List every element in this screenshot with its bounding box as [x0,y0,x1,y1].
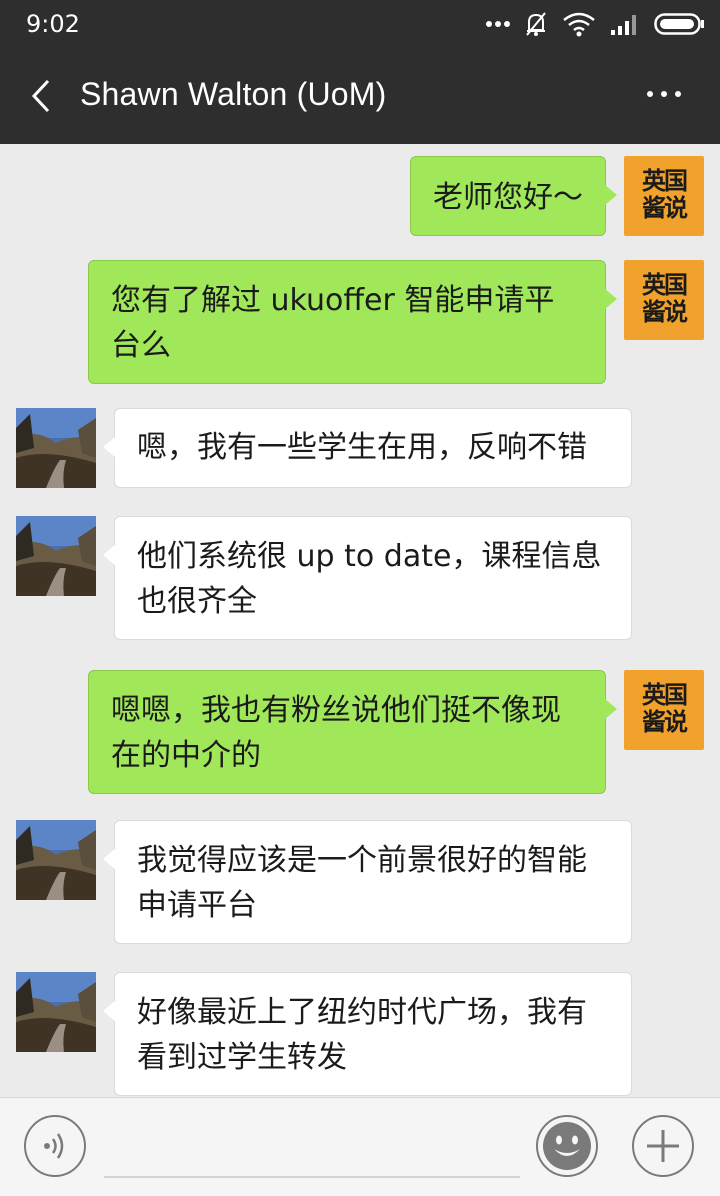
more-icon [647,91,681,97]
my-avatar[interactable]: 英国 酱说 [624,670,704,750]
contact-avatar[interactable] [16,408,96,488]
wifi-icon [563,12,595,37]
more-button[interactable] [644,74,684,114]
emoji-icon [543,1122,591,1170]
emoji-button[interactable] [536,1115,598,1177]
avatar-logo: 英国 酱说 [636,272,692,328]
message-bubble-me[interactable]: 老师您好～ [410,156,617,236]
avatar-logo: 英国 酱说 [636,168,692,224]
message-bubble-other[interactable]: 好像最近上了纽约时代广场，我有看到过学生转发 [103,972,632,1096]
status-time: 9:02 [26,10,80,38]
voice-button[interactable] [24,1115,86,1177]
my-avatar[interactable]: 英国 酱说 [624,260,704,340]
avatar-logo: 英国 酱说 [636,682,692,738]
avatar-logo-text: 英国 酱说 [642,681,688,736]
avatar-photo [16,516,96,596]
chat-header: Shawn Walton (UoM) [0,50,720,144]
chat-area[interactable]: 老师您好～ 英国 酱说 您有了解过 ukuoffer 智能申请平台么 英国 酱说… [0,144,720,1096]
input-bar [0,1097,720,1196]
avatar-logo-text: 英国 酱说 [642,167,688,222]
chat-title: Shawn Walton (UoM) [80,76,387,112]
message-bubble-other[interactable]: 我觉得应该是一个前景很好的智能申请平台 [103,820,632,944]
my-avatar[interactable]: 英国 酱说 [624,156,704,236]
status-bar: 9:02 [0,0,720,50]
signal-icon [611,15,636,35]
contact-avatar[interactable] [16,516,96,596]
status-icons [486,10,706,38]
message-bubble-me[interactable]: 您有了解过 ukuoffer 智能申请平台么 [88,260,617,384]
battery-icon [654,13,704,35]
message-bubble-me[interactable]: 嗯嗯，我也有粉丝说他们挺不像现在的中介的 [88,670,617,794]
contact-avatar[interactable] [16,820,96,900]
message-input[interactable] [104,1176,520,1178]
back-button[interactable] [24,76,64,116]
voice-icon [44,1133,64,1159]
avatar-photo [16,408,96,488]
avatar-photo [16,972,96,1052]
dots-icon [486,21,510,27]
avatar-logo-text: 英国 酱说 [642,271,688,326]
contact-avatar[interactable] [16,972,96,1052]
mute-icon [526,12,546,36]
back-arrow-icon [31,79,50,113]
plus-button[interactable] [632,1115,694,1177]
avatar-photo [16,820,96,900]
message-bubble-other[interactable]: 嗯，我有一些学生在用，反响不错 [103,408,632,488]
message-bubble-other[interactable]: 他们系统很 up to date，课程信息也很齐全 [103,516,632,640]
plus-icon [647,1130,679,1162]
